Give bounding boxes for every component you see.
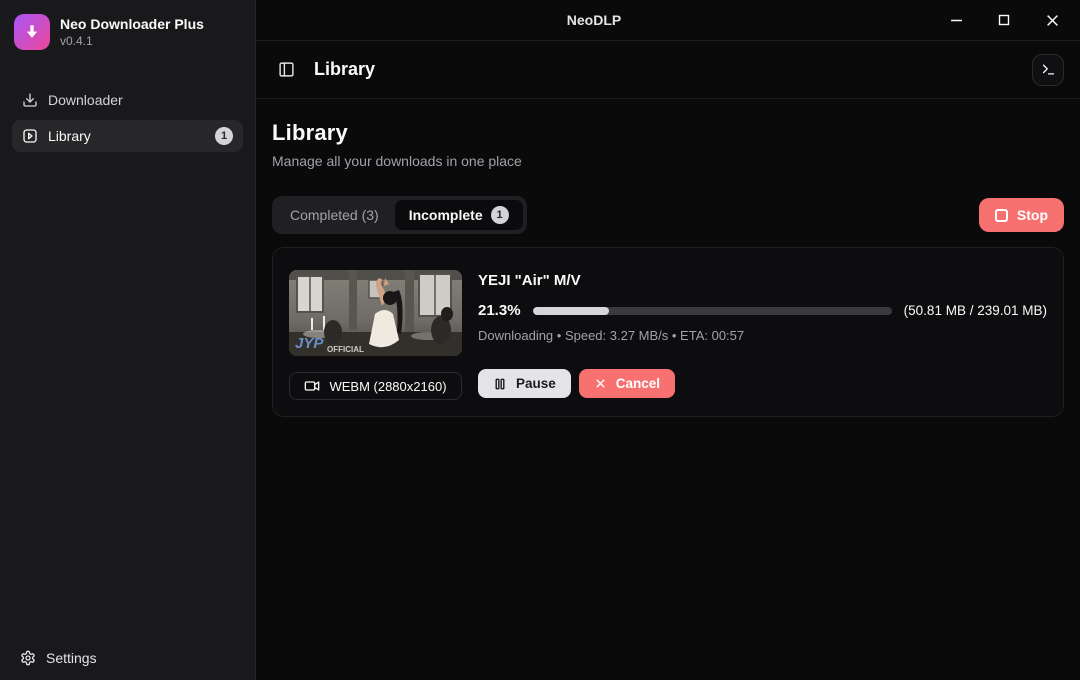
view-title: Library bbox=[314, 59, 1032, 80]
app-name: Neo Downloader Plus bbox=[60, 16, 204, 32]
sidebar-item-label: Library bbox=[48, 128, 205, 144]
download-title: YEJI "Air" M/V bbox=[478, 272, 1047, 289]
stop-square-icon bbox=[995, 209, 1008, 222]
cancel-label: Cancel bbox=[616, 376, 660, 391]
download-icon bbox=[22, 92, 38, 108]
video-camera-icon bbox=[304, 378, 320, 394]
watermark-logo: JYP bbox=[295, 335, 324, 352]
settings-label: Settings bbox=[46, 650, 97, 666]
tab-label: Completed (3) bbox=[290, 207, 379, 223]
content: Library Manage all your downloads in one… bbox=[256, 99, 1080, 680]
sidebar-item-downloader[interactable]: Downloader bbox=[12, 84, 243, 116]
app-version: v0.4.1 bbox=[60, 34, 204, 48]
app-logo-icon bbox=[14, 14, 50, 50]
download-card: JYP OFFICIAL WEBM (2880x2160) YEJI "Air"… bbox=[272, 247, 1064, 417]
maximize-button[interactable] bbox=[980, 0, 1028, 40]
incomplete-count-badge: 1 bbox=[491, 206, 509, 224]
sidebar-toggle-button[interactable] bbox=[272, 56, 300, 84]
tabs: Completed (3) Incomplete 1 bbox=[272, 196, 527, 234]
watermark-sub: OFFICIAL bbox=[327, 345, 364, 354]
cancel-button[interactable]: Cancel bbox=[579, 369, 675, 398]
download-status: Downloading • Speed: 3.27 MB/s • ETA: 00… bbox=[478, 328, 1047, 343]
format-label: WEBM (2880x2160) bbox=[329, 379, 446, 394]
terminal-icon bbox=[1041, 62, 1056, 77]
maximize-icon bbox=[998, 14, 1010, 26]
close-button[interactable] bbox=[1028, 0, 1076, 40]
main-area: NeoDLP Library bbox=[256, 0, 1080, 680]
stop-button-label: Stop bbox=[1017, 207, 1048, 223]
sidebar-item-label: Downloader bbox=[48, 92, 233, 108]
progress-fill bbox=[533, 307, 609, 315]
minimize-button[interactable] bbox=[932, 0, 980, 40]
progress-row: 21.3% (50.81 MB / 239.01 MB) bbox=[478, 302, 1047, 319]
stop-button[interactable]: Stop bbox=[979, 198, 1064, 232]
download-actions: Pause Cancel bbox=[478, 369, 1047, 398]
thumbnail-art: JYP OFFICIAL bbox=[289, 270, 462, 356]
sidebar-item-settings[interactable]: Settings bbox=[20, 650, 235, 666]
page-title: Library bbox=[272, 120, 1064, 146]
video-thumbnail: JYP OFFICIAL bbox=[289, 270, 462, 356]
progress-percent: 21.3% bbox=[478, 302, 521, 319]
app-header: Neo Downloader Plus v0.4.1 bbox=[0, 0, 255, 64]
format-badge: WEBM (2880x2160) bbox=[289, 372, 462, 400]
progress-bar bbox=[533, 307, 892, 315]
pause-label: Pause bbox=[516, 376, 556, 391]
tab-incomplete[interactable]: Incomplete 1 bbox=[395, 200, 523, 230]
gear-icon bbox=[20, 650, 36, 666]
page-subtitle: Manage all your downloads in one place bbox=[272, 153, 1064, 169]
window-controls bbox=[932, 0, 1080, 40]
download-size: (50.81 MB / 239.01 MB) bbox=[904, 303, 1047, 318]
terminal-button[interactable] bbox=[1032, 54, 1064, 86]
download-arrow-icon bbox=[22, 22, 42, 42]
tab-label: Incomplete bbox=[409, 207, 483, 223]
sidebar-spacer bbox=[0, 152, 255, 638]
play-square-icon bbox=[22, 128, 38, 144]
pause-button[interactable]: Pause bbox=[478, 369, 571, 398]
toolbar: Completed (3) Incomplete 1 Stop bbox=[272, 196, 1064, 234]
close-icon bbox=[1046, 14, 1059, 27]
sidebar-nav: Downloader Library 1 bbox=[0, 64, 255, 152]
minimize-icon bbox=[950, 14, 963, 27]
pause-icon bbox=[493, 377, 507, 391]
tab-completed[interactable]: Completed (3) bbox=[276, 201, 393, 229]
sidebar-item-library[interactable]: Library 1 bbox=[12, 120, 243, 152]
view-header: Library bbox=[256, 41, 1080, 99]
titlebar: NeoDLP bbox=[256, 0, 1080, 41]
sidebar: Neo Downloader Plus v0.4.1 Downloader bbox=[0, 0, 256, 680]
window-title: NeoDLP bbox=[256, 12, 932, 28]
library-count-badge: 1 bbox=[215, 127, 233, 145]
x-icon bbox=[594, 377, 607, 390]
panel-left-icon bbox=[278, 61, 295, 78]
